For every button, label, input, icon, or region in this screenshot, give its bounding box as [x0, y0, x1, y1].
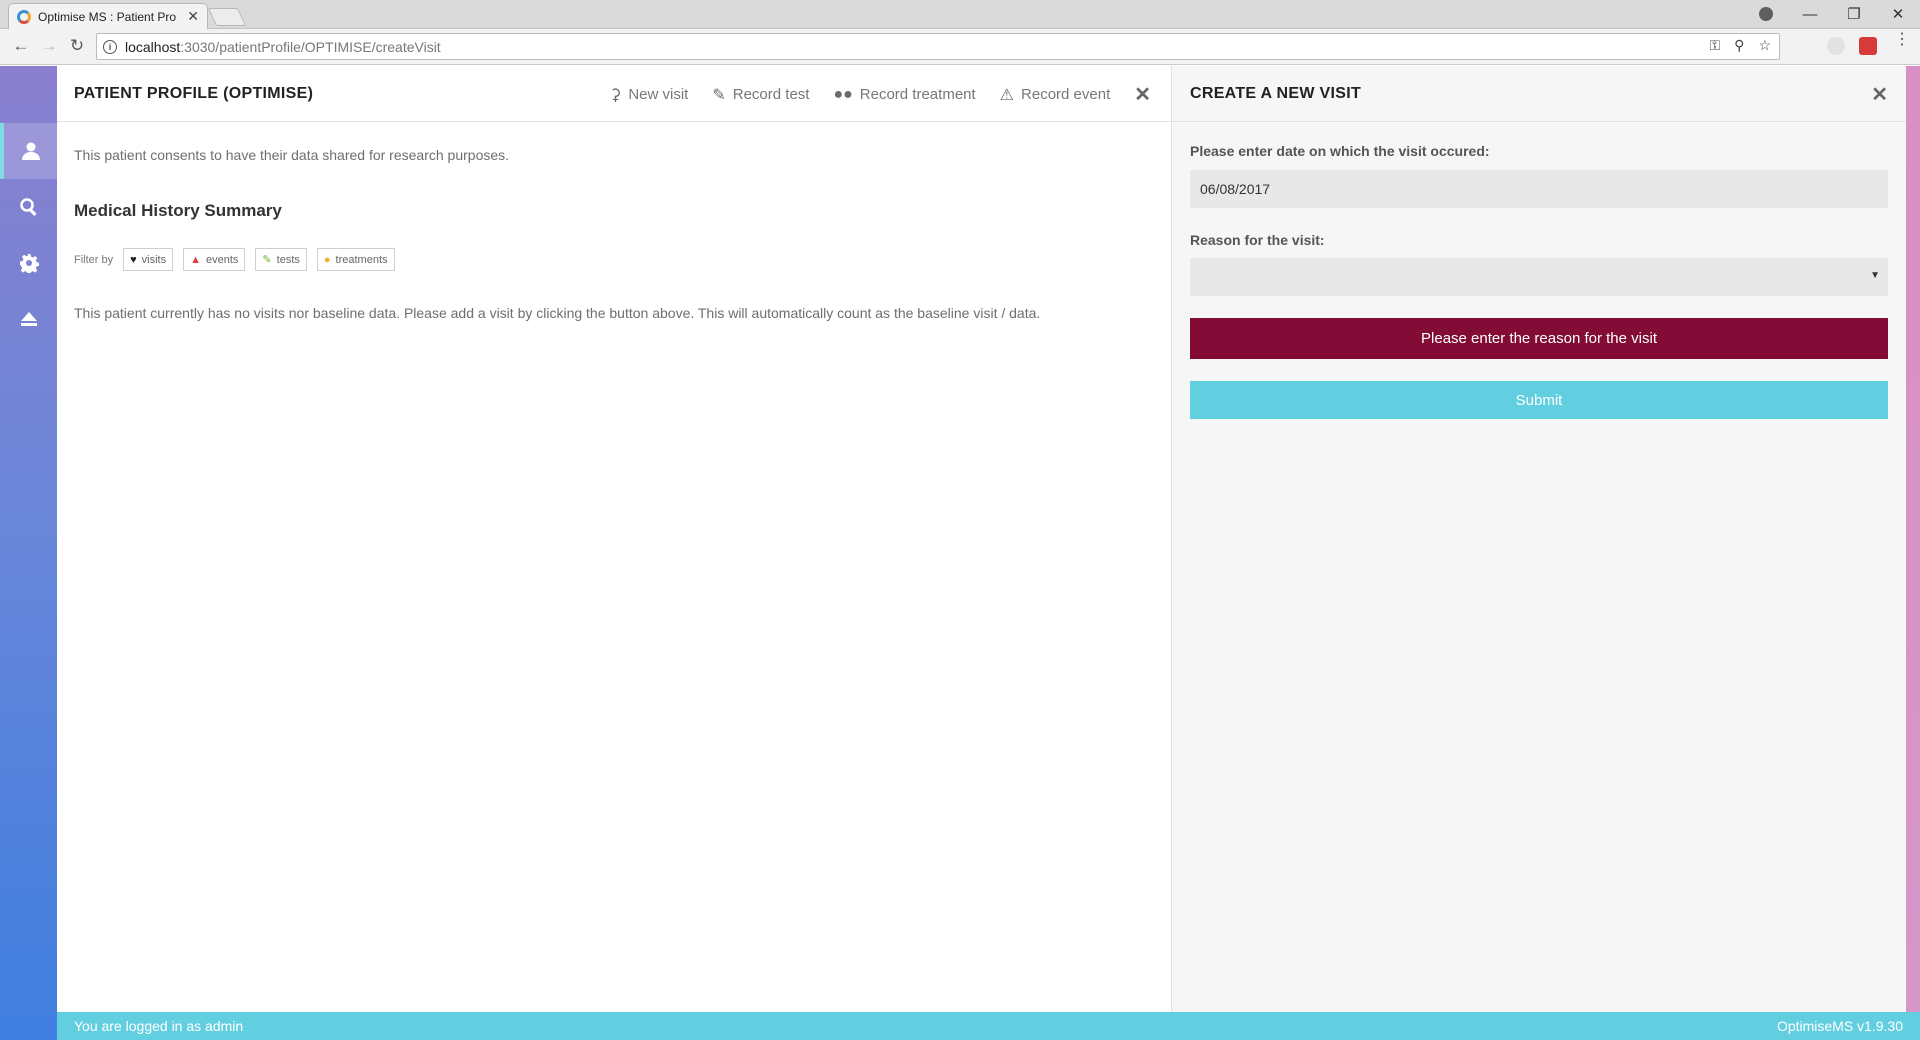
record-event-button[interactable]: ⚠ Record event	[1000, 85, 1111, 105]
version-label: OptimiseMS v1.9.30	[1776, 1018, 1903, 1034]
sidebar-item-settings[interactable]	[0, 235, 57, 291]
info-icon[interactable]: i	[103, 39, 117, 54]
record-test-label: Record test	[732, 86, 810, 103]
page-title: PATIENT PROFILE (OPTIMISE)	[74, 85, 314, 102]
filter-treatments-label: treatments	[335, 253, 388, 266]
pills-icon: ●●	[833, 85, 853, 103]
back-button[interactable]: ←	[10, 35, 32, 57]
error-message: Please enter the reason for the visit	[1190, 318, 1888, 359]
stethoscope-icon: ⚳	[609, 86, 622, 104]
warning-icon: ⚠	[999, 86, 1015, 104]
status-bar: You are logged in as admin OptimiseMS v1…	[57, 1012, 1920, 1040]
extension-icon[interactable]	[1827, 37, 1845, 55]
window-close-button[interactable]: ✕	[1876, 0, 1920, 28]
create-visit-panel: CREATE A NEW VISIT ✕ Please enter date o…	[1172, 66, 1906, 1012]
record-test-button[interactable]: ✎ Record test	[712, 85, 809, 105]
filter-events-label: events	[206, 253, 239, 266]
filter-tests[interactable]: ✎ tests	[255, 248, 307, 271]
key-icon[interactable]: ⚿	[1710, 37, 1721, 54]
sidebar-item-search[interactable]	[0, 179, 57, 235]
record-treatment-button[interactable]: ●● Record treatment	[833, 86, 975, 104]
heart-icon: ♥	[130, 253, 137, 266]
pills-icon: ●	[323, 253, 331, 266]
filter-treatments[interactable]: ● treatments	[316, 248, 395, 271]
sidebar-item-logout[interactable]	[0, 291, 57, 347]
patient-profile-header: PATIENT PROFILE (OPTIMISE) ⚳ New visit ✎…	[57, 66, 1171, 122]
url-host: localhost	[125, 38, 181, 55]
gear-icon	[19, 254, 39, 273]
login-status: You are logged in as admin	[74, 1018, 244, 1034]
right-decor-strip	[1906, 66, 1920, 1012]
favicon-icon	[17, 9, 31, 24]
reload-button[interactable]: ↻	[66, 35, 88, 57]
date-label: Please enter date on which the visit occ…	[1190, 143, 1490, 159]
close-profile-icon[interactable]: ✕	[1134, 82, 1151, 107]
minimize-button[interactable]: —	[1788, 0, 1832, 28]
forward-button[interactable]: →	[38, 35, 60, 57]
sidebar-item-patient[interactable]	[0, 123, 57, 179]
zoom-icon[interactable]: ⚲	[1734, 37, 1744, 54]
submit-button[interactable]: Submit	[1190, 381, 1888, 419]
new-visit-button[interactable]: ⚳ New visit	[610, 85, 689, 105]
browser-tab[interactable]: Optimise MS : Patient Pro ✕	[8, 3, 208, 29]
history-title: Medical History Summary	[74, 201, 282, 220]
tab-close-icon[interactable]: ✕	[187, 8, 199, 25]
url-path: :3030/patientProfile/OPTIMISE/createVisi…	[180, 38, 441, 55]
warning-icon: ▲	[190, 253, 201, 266]
reason-select[interactable]: ▼	[1190, 258, 1888, 296]
create-visit-header: CREATE A NEW VISIT ✕	[1172, 66, 1906, 122]
filter-visits-label: visits	[141, 253, 167, 266]
caret-down-icon: ▼	[1870, 270, 1880, 281]
filter-row: Filter by ♥ visits ▲ events ✎ tests ● tr…	[74, 248, 395, 271]
pencil-icon: ✎	[712, 86, 726, 104]
new-visit-label: New visit	[628, 86, 689, 103]
record-event-label: Record event	[1021, 86, 1111, 103]
record-treatment-label: Record treatment	[859, 86, 976, 103]
reason-label: Reason for the visit:	[1190, 232, 1325, 248]
address-bar[interactable]: i localhost:3030/patientProfile/OPTIMISE…	[96, 33, 1780, 60]
profile-button[interactable]	[1744, 0, 1788, 28]
create-visit-title: CREATE A NEW VISIT	[1190, 85, 1362, 102]
new-tab-button[interactable]	[207, 8, 247, 26]
browser-toolbar: ← → ↻ i localhost:3030/patientProfile/OP…	[0, 29, 1920, 65]
close-create-visit-icon[interactable]: ✕	[1871, 82, 1888, 107]
tab-title: Optimise MS : Patient Pro	[38, 9, 177, 24]
filter-tests-label: tests	[276, 253, 300, 266]
browser-tabstrip: Optimise MS : Patient Pro ✕ — ❐ ✕	[0, 0, 1920, 29]
extension-red-icon[interactable]	[1859, 37, 1877, 55]
eject-icon	[20, 312, 37, 326]
app: PATIENT PROFILE (OPTIMISE) ⚳ New visit ✎…	[0, 66, 1920, 1040]
filter-visits[interactable]: ♥ visits	[123, 248, 174, 271]
visit-date-input[interactable]	[1190, 170, 1888, 208]
filter-label: Filter by	[74, 253, 114, 266]
sidebar	[0, 66, 57, 1040]
profile-icon	[1759, 7, 1773, 21]
pencil-icon: ✎	[262, 254, 272, 266]
user-icon	[21, 142, 40, 160]
browser-menu-icon[interactable]: ⋮	[1894, 32, 1910, 48]
restore-button[interactable]: ❐	[1832, 0, 1876, 28]
search-icon	[19, 198, 37, 216]
patient-profile-panel: PATIENT PROFILE (OPTIMISE) ⚳ New visit ✎…	[57, 66, 1172, 1012]
filter-events[interactable]: ▲ events	[183, 248, 246, 271]
bookmark-star-icon[interactable]: ☆	[1758, 37, 1771, 54]
consent-text: This patient consents to have their data…	[74, 147, 510, 163]
no-visits-message: This patient currently has no visits nor…	[74, 305, 1041, 321]
